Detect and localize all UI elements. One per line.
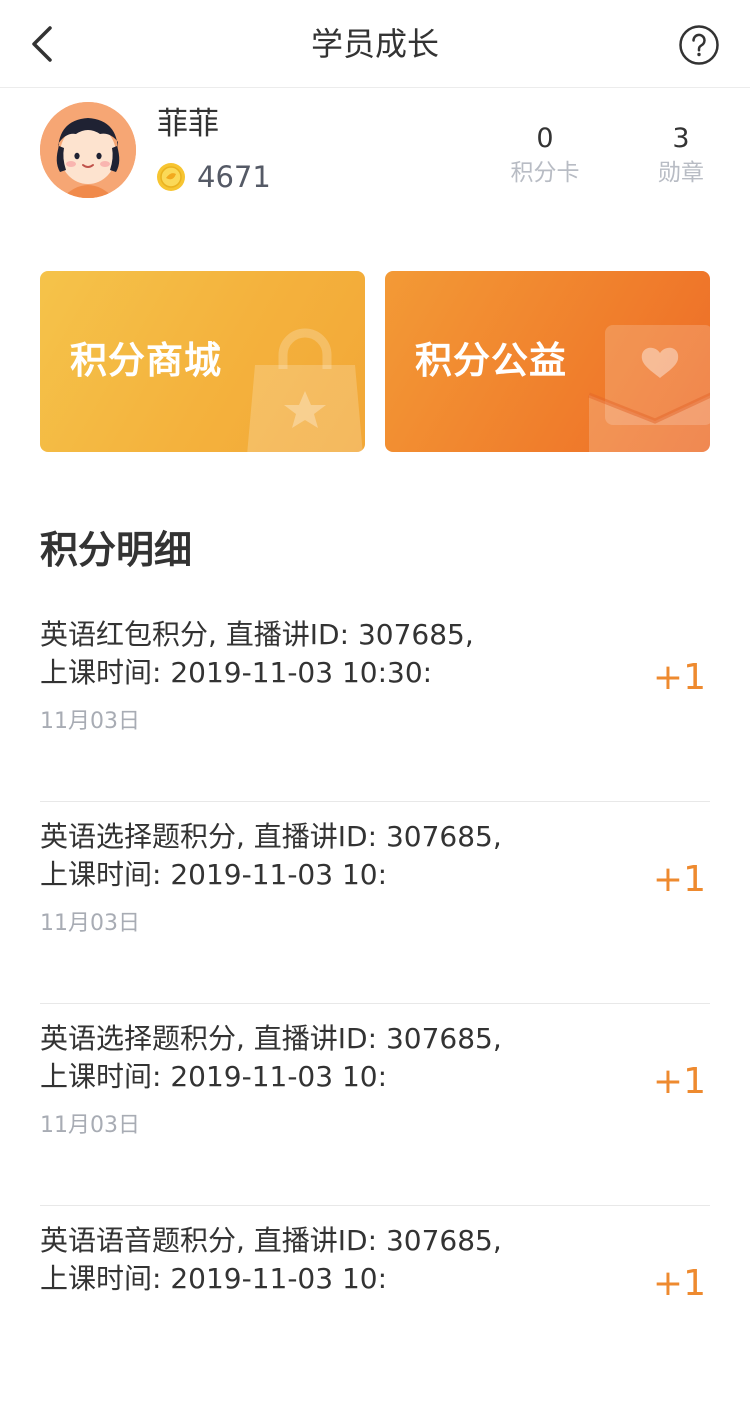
coin-icon (157, 163, 185, 191)
card-label: 积分公益 (415, 339, 567, 382)
item-date: 11月03日 (40, 911, 140, 936)
points-charity-card[interactable]: 积分公益 (385, 271, 710, 452)
avatar[interactable] (40, 102, 136, 198)
page-title: 学员成长 (310, 25, 439, 63)
item-description: 英语选择题积分, 直播讲ID: 307685, 上课时间: 2019-11-03… (40, 820, 502, 891)
stat-label: 积分卡 (510, 160, 580, 186)
stat-value: 3 (672, 123, 690, 154)
card-label: 积分商城 (70, 339, 222, 382)
item-description: 英语语音题积分, 直播讲ID: 307685, 上课时间: 2019-11-03… (40, 1224, 502, 1295)
item-date: 11月03日 (40, 709, 140, 734)
girl-avatar-icon (40, 102, 136, 198)
item-points: +1 (652, 657, 706, 698)
stat-medals[interactable]: 3 勋章 (621, 122, 741, 190)
user-name: 菲菲 (157, 106, 219, 142)
item-points: +1 (652, 1061, 706, 1102)
section-title: 积分明细 (40, 528, 193, 572)
item-description: 英语选择题积分, 直播讲ID: 307685, 上课时间: 2019-11-03… (40, 1022, 502, 1093)
list-item[interactable]: 英语语音题积分, 直播讲ID: 307685, 上课时间: 2019-11-03… (40, 1206, 710, 1408)
item-date: 11月03日 (40, 1113, 140, 1138)
help-button[interactable] (678, 24, 720, 66)
envelope-heart-icon (588, 325, 710, 452)
list-item[interactable]: 英语选择题积分, 直播讲ID: 307685, 上课时间: 2019-11-03… (40, 802, 710, 1004)
item-points: +1 (652, 1263, 706, 1304)
profile-header: 菲菲 4671 0 积分卡 3 勋章 (0, 88, 750, 228)
stat-points-cards[interactable]: 0 积分卡 (485, 122, 605, 190)
stat-value: 0 (536, 123, 554, 154)
shopping-bag-star-icon (247, 328, 363, 452)
nav-bar: 学员成长 (0, 0, 750, 88)
question-circle-icon (679, 25, 719, 65)
points-mall-card[interactable]: 积分商城 (40, 271, 365, 452)
item-points: +1 (652, 859, 706, 900)
item-description: 英语红包积分, 直播讲ID: 307685, 上课时间: 2019-11-03 … (40, 618, 474, 689)
stat-label: 勋章 (658, 160, 704, 186)
points-list: 英语红包积分, 直播讲ID: 307685, 上课时间: 2019-11-03 … (40, 600, 710, 1408)
list-item[interactable]: 英语红包积分, 直播讲ID: 307685, 上课时间: 2019-11-03 … (40, 600, 710, 802)
list-item[interactable]: 英语选择题积分, 直播讲ID: 307685, 上课时间: 2019-11-03… (40, 1004, 710, 1206)
coin-balance: 4671 (197, 160, 271, 194)
